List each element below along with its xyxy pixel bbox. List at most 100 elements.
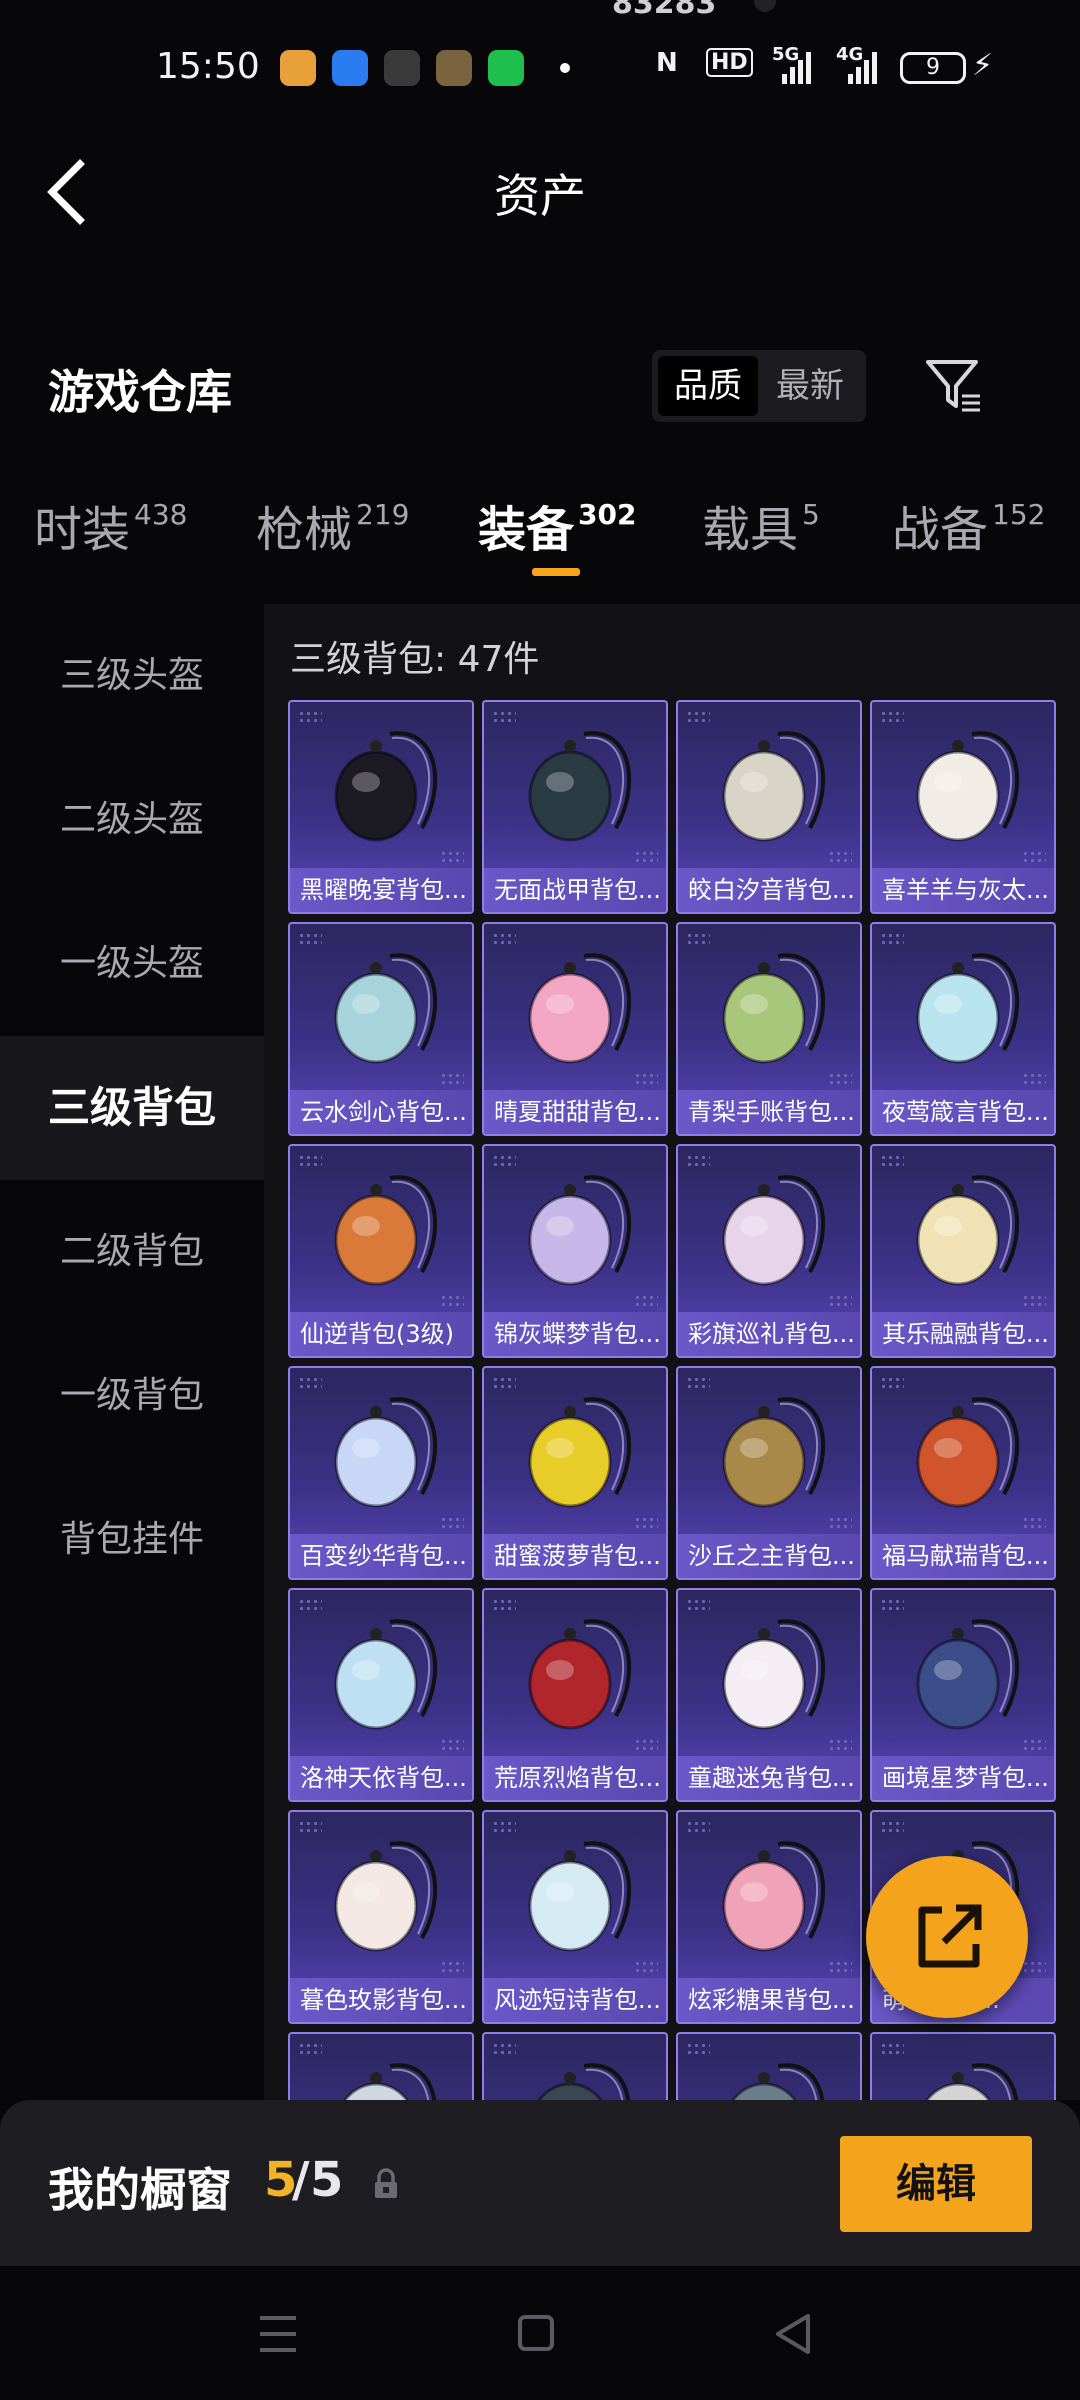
item-card[interactable]: 画境星梦背包... <box>870 1588 1056 1802</box>
tab-label: 装备 <box>478 502 575 558</box>
hd-icon: HD <box>706 48 753 77</box>
sidebar-item-helmet-lv3[interactable]: 三级头盔 <box>0 604 264 748</box>
backpack-item-icon <box>916 731 1020 842</box>
backpack-item-icon <box>334 1175 438 1286</box>
item-name: 风迹短诗背包... <box>484 1978 666 2022</box>
section-title: 游戏仓库 <box>48 365 232 419</box>
status-cutoff-text: 83283 <box>612 0 717 21</box>
sort-option-newest[interactable]: 最新 <box>760 356 860 416</box>
item-card[interactable]: 仙逆背包(3级) <box>288 1144 474 1358</box>
backpack-item-icon <box>528 1841 632 1952</box>
item-card[interactable]: 彩旗巡礼背包... <box>676 1144 862 1358</box>
edit-button[interactable]: 编辑 <box>840 2136 1032 2232</box>
item-card[interactable]: 童趣迷兔背包... <box>676 1588 862 1802</box>
item-card[interactable]: 百变纱华背包... <box>288 1366 474 1580</box>
item-name: 荒原烈焰背包... <box>484 1756 666 1800</box>
tab-battle-gear[interactable]: 战备 152 <box>892 490 1045 560</box>
backpack-item-icon <box>916 1619 1020 1730</box>
charging-bolt-icon: ⚡ <box>972 48 994 83</box>
content-title: 三级背包: 47件 <box>290 639 540 680</box>
item-name: 洛神天依背包... <box>290 1756 472 1800</box>
sidebar-item-backpack-lv3[interactable]: 三级背包 <box>0 1036 264 1180</box>
sidebar-item-backpack-lv1[interactable]: 一级背包 <box>0 1324 264 1468</box>
item-card[interactable]: 黑曜晚宴背包... <box>288 700 474 914</box>
showcase-bar: 我的橱窗 5 / 5 编辑 <box>0 2100 1080 2266</box>
item-name: 锦灰蝶梦背包... <box>484 1312 666 1356</box>
item-card[interactable]: 其乐融融背包... <box>870 1144 1056 1358</box>
backpack-item-icon <box>334 1841 438 1952</box>
more-notifications-dot-icon <box>560 63 570 73</box>
item-name: 沙丘之主背包... <box>678 1534 860 1578</box>
item-card[interactable]: 皎白汐音背包... <box>676 700 862 914</box>
tab-vehicles[interactable]: 载具 5 <box>702 490 820 560</box>
battery-icon: 9 <box>900 52 966 84</box>
tab-label: 枪械 <box>256 502 353 558</box>
app-notification-icon <box>436 50 472 86</box>
share-export-icon <box>918 1904 982 1968</box>
item-card[interactable] <box>676 2032 862 2100</box>
share-button[interactable] <box>866 1856 1028 2018</box>
tab-label: 战备 <box>892 502 989 558</box>
backpack-item-icon <box>916 1397 1020 1508</box>
sort-toggle: 品质 最新 <box>652 350 866 422</box>
item-name: 云水剑心背包... <box>290 1090 472 1134</box>
page-title: 资产 <box>494 169 586 223</box>
backpack-item-icon <box>528 1397 632 1508</box>
sidebar-item-backpack-pendant[interactable]: 背包挂件 <box>0 1468 264 1612</box>
backpack-item-icon <box>731 2063 825 2100</box>
item-card[interactable]: 荒原烈焰背包... <box>482 1588 668 1802</box>
item-card[interactable]: 沙丘之主背包... <box>676 1366 862 1580</box>
app-notification-icon <box>384 50 420 86</box>
item-card[interactable] <box>870 2032 1056 2100</box>
item-card[interactable]: 锦灰蝶梦背包... <box>482 1144 668 1358</box>
nfc-icon: N <box>656 48 678 78</box>
backpack-item-icon <box>722 1175 826 1286</box>
sidebar-item-helmet-lv1[interactable]: 一级头盔 <box>0 892 264 1036</box>
tab-equipment[interactable]: 装备 302 <box>478 490 636 560</box>
item-card[interactable]: 风迹短诗背包... <box>482 1810 668 2024</box>
item-name: 仙逆背包(3级) <box>290 1312 472 1356</box>
backpack-item-icon <box>916 1175 1020 1286</box>
backpack-item-icon <box>916 953 1020 1064</box>
item-card[interactable]: 夜莺箴言背包... <box>870 922 1056 1136</box>
tab-firearms[interactable]: 枪械 219 <box>256 490 409 560</box>
item-card[interactable]: 晴夏甜甜背包... <box>482 922 668 1136</box>
item-name: 夜莺箴言背包... <box>872 1090 1054 1134</box>
home-button[interactable] <box>506 2306 566 2362</box>
item-card[interactable]: 福马献瑞背包... <box>870 1366 1056 1580</box>
active-tab-indicator <box>532 568 580 576</box>
app-notification-icon <box>280 50 316 86</box>
sidebar-item-backpack-lv2[interactable]: 二级背包 <box>0 1180 264 1324</box>
item-card[interactable] <box>288 2032 474 2100</box>
backpack-item-icon <box>334 731 438 842</box>
filter-button[interactable] <box>924 356 984 416</box>
backpack-item-icon <box>925 2063 1019 2100</box>
backpack-item-icon <box>528 731 632 842</box>
system-back-button[interactable] <box>764 2306 824 2362</box>
item-name: 无面战甲背包... <box>484 868 666 912</box>
app-notification-icon <box>488 50 524 86</box>
sidebar-item-helmet-lv2[interactable]: 二级头盔 <box>0 748 264 892</box>
recent-apps-button[interactable] <box>248 2306 308 2362</box>
menu-icon <box>260 2316 296 2352</box>
backpack-item-icon <box>722 1841 826 1952</box>
item-card[interactable]: 云水剑心背包... <box>288 922 474 1136</box>
item-name: 彩旗巡礼背包... <box>678 1312 860 1356</box>
tab-label: 时装 <box>34 502 131 558</box>
sort-option-quality[interactable]: 品质 <box>658 356 758 416</box>
item-card[interactable]: 青梨手账背包... <box>676 922 862 1136</box>
item-card[interactable]: 炫彩糖果背包... <box>676 1810 862 2024</box>
showcase-max-count: 5 <box>310 2152 344 2208</box>
screen: 83283 15:50 N HD 5G 4G 9 ⚡ 资产 游戏仓库 品质 最新 <box>0 0 1080 2400</box>
status-cutoff-icon <box>754 0 776 12</box>
backpack-item-icon <box>334 953 438 1064</box>
item-card[interactable]: 无面战甲背包... <box>482 700 668 914</box>
item-card[interactable]: 甜蜜菠萝背包... <box>482 1366 668 1580</box>
item-card[interactable] <box>482 2032 668 2100</box>
tab-fashion[interactable]: 时装 438 <box>34 490 187 560</box>
back-triangle-icon <box>776 2314 810 2354</box>
item-card[interactable]: 洛神天依背包... <box>288 1588 474 1802</box>
tab-count: 219 <box>356 498 410 531</box>
item-card[interactable]: 暮色玫影背包... <box>288 1810 474 2024</box>
item-card[interactable]: 喜羊羊与灰太... <box>870 700 1056 914</box>
